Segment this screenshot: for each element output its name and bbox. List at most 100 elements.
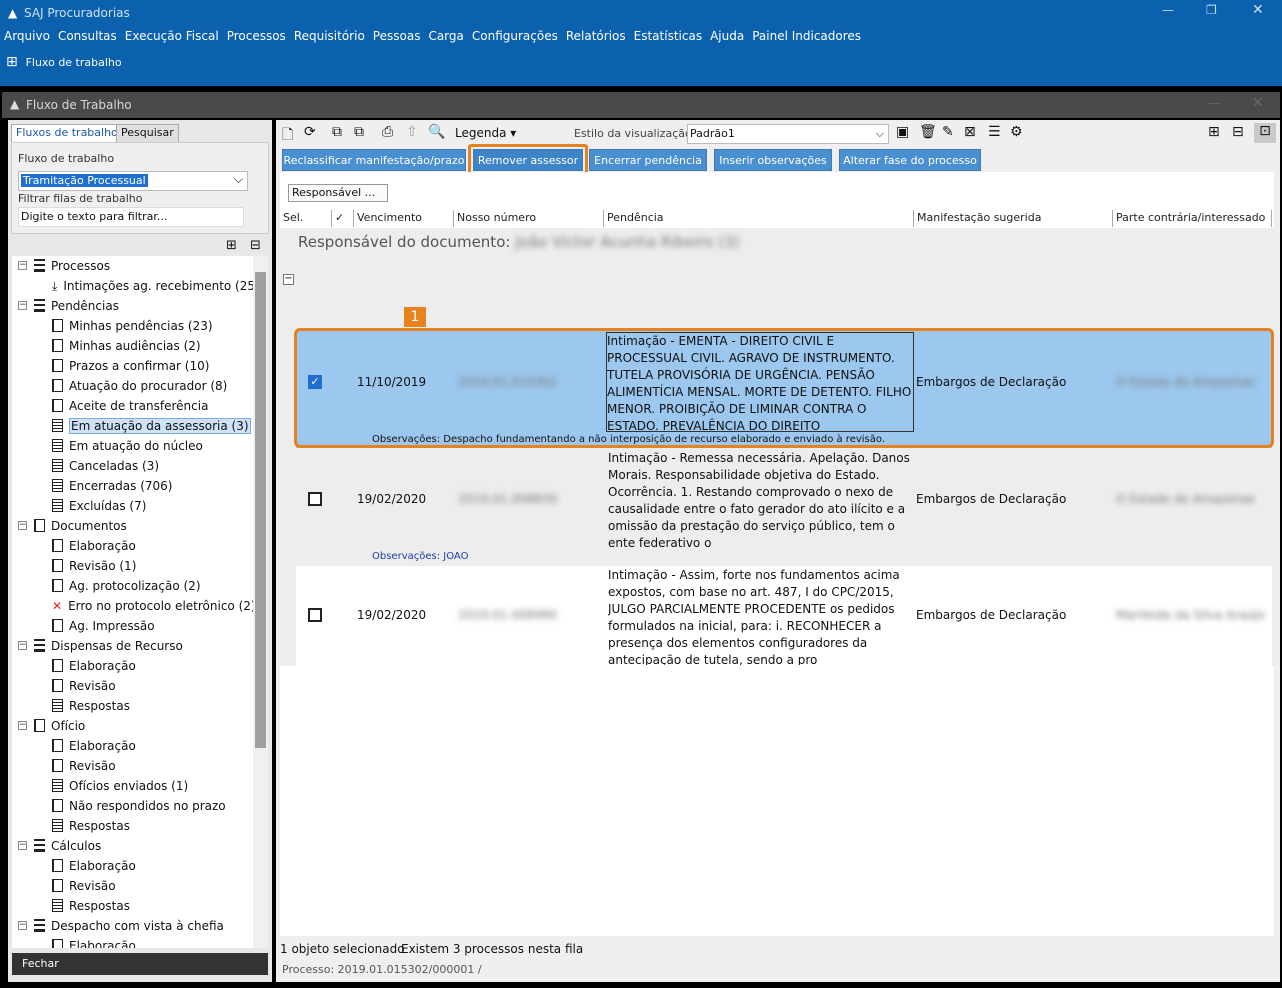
insert-observations-button[interactable]: Inserir observações	[714, 149, 832, 171]
copy-icon[interactable]: ⧉	[332, 124, 342, 140]
menu-carga[interactable]: Carga	[424, 26, 467, 46]
menu-ajuda[interactable]: Ajuda	[706, 26, 748, 46]
group-view-icon[interactable]: ⊡	[1254, 123, 1276, 143]
collapse-node-icon[interactable]: −	[18, 521, 27, 530]
print-icon[interactable]: ⎙	[382, 124, 393, 140]
tree-item[interactable]: Não respondidos no prazo	[52, 796, 226, 816]
close-icon[interactable]: ✕	[1252, 95, 1264, 111]
row-checkbox[interactable]	[308, 492, 322, 506]
menu-configuracoes[interactable]: Configurações	[468, 26, 562, 46]
reclassify-button[interactable]: Reclassificar manifestação/prazo	[282, 149, 466, 171]
table-row[interactable]: 19/02/2020 2019.01.008980 Intimação - As…	[296, 566, 1272, 666]
close-panel-button[interactable]: Fechar	[12, 953, 268, 975]
tree-item[interactable]: Elaboração	[52, 536, 136, 556]
col-vencimento[interactable]: Vencimento	[354, 210, 454, 227]
minimize-icon[interactable]: —	[1162, 3, 1174, 17]
tree-item[interactable]: Revisão	[52, 676, 116, 696]
col-sel[interactable]: Sel.	[280, 210, 332, 227]
refresh-icon[interactable]: ⟳	[304, 124, 316, 140]
group-chip[interactable]: Responsável ...	[288, 184, 388, 202]
cancel-edit-icon[interactable]: ⊠	[964, 124, 976, 140]
tree-item[interactable]: Em atuação da assessoria (3)	[52, 416, 251, 436]
col-manifestacao[interactable]: Manifestação sugerida	[914, 210, 1113, 227]
col-pendencia[interactable]: Pendência	[604, 210, 914, 227]
menu-execucao-fiscal[interactable]: Execução Fiscal	[121, 26, 223, 46]
menu-estatisticas[interactable]: Estatísticas	[630, 26, 706, 46]
workflow-select[interactable]: Tramitação Processual ⌵	[18, 171, 248, 191]
close-pending-button[interactable]: Encerrar pendência	[589, 149, 707, 171]
tree-group[interactable]: − Cálculos	[18, 836, 101, 856]
tree-scrollbar-thumb[interactable]	[255, 272, 266, 748]
collapse-node-icon[interactable]: −	[18, 261, 27, 270]
tree-item[interactable]: Revisão	[52, 756, 116, 776]
menu-processos[interactable]: Processos	[223, 26, 290, 46]
tree-item[interactable]: Em atuação do núcleo	[52, 436, 203, 456]
tree-group[interactable]: − Processos	[18, 256, 110, 276]
tree-item[interactable]: Respostas	[52, 816, 130, 836]
tree-item[interactable]: Ofícios enviados (1)	[52, 776, 188, 796]
tree-item[interactable]: Minhas pendências (23)	[52, 316, 213, 336]
row-checkbox[interactable]	[308, 608, 322, 622]
tree-item[interactable]: Revisão	[52, 876, 116, 896]
col-nosso-numero[interactable]: Nosso número	[454, 210, 604, 227]
collapse-all-icon[interactable]: ⊟	[250, 238, 261, 253]
tree-item[interactable]: Ag. Impressão	[52, 616, 155, 636]
expand-all-icon[interactable]: ⊞	[1208, 124, 1220, 140]
save-icon[interactable]: ▣	[896, 124, 909, 140]
search-icon[interactable]: 🔍	[428, 124, 445, 140]
tab-fluxos[interactable]: Fluxos de trabalho	[11, 124, 123, 142]
tree-group[interactable]: − Pendências	[18, 296, 119, 316]
close-icon[interactable]: ✕	[1252, 2, 1264, 18]
tree-item[interactable]: Elaboração	[52, 856, 136, 876]
delete-icon[interactable]: 🗑	[919, 124, 937, 140]
collapse-group-icon[interactable]: −	[283, 274, 294, 285]
collapse-node-icon[interactable]: −	[18, 301, 27, 310]
col-parte[interactable]: Parte contrária/interessado	[1113, 210, 1272, 227]
restore-icon[interactable]: ❐	[1206, 3, 1217, 17]
menu-arquivo[interactable]: Arquivo	[0, 26, 54, 46]
tree-item[interactable]: Elaboração	[52, 656, 136, 676]
menu-pessoas[interactable]: Pessoas	[369, 26, 425, 46]
tree-item[interactable]: Encerradas (706)	[52, 476, 172, 496]
menu-requisitorio[interactable]: Requisitório	[290, 26, 369, 46]
table-row[interactable]: 19/02/2020 2019.01.008830 Intimação - Re…	[296, 450, 1272, 565]
collapse-node-icon[interactable]: −	[18, 841, 27, 850]
tree-item[interactable]: Prazos a confirmar (10)	[52, 356, 209, 376]
collapse-node-icon[interactable]: −	[18, 641, 27, 650]
tree-item[interactable]: ⤓ Intimações ag. recebimento (256)	[52, 276, 267, 296]
tree-item[interactable]: Respostas	[52, 896, 130, 916]
menu-consultas[interactable]: Consultas	[54, 26, 121, 46]
tree-item[interactable]: Elaboração	[52, 936, 136, 948]
select-all-checkbox[interactable]: ✓	[332, 210, 354, 227]
list-icon[interactable]: ☰	[988, 124, 1001, 140]
view-style-select[interactable]: Padrão1 ⌵	[687, 124, 889, 144]
menu-painel-indicadores[interactable]: Painel Indicadores	[748, 26, 865, 46]
filter-input[interactable]: Digite o texto para filtrar...	[18, 207, 244, 227]
tree-item[interactable]: Respostas	[52, 696, 130, 716]
change-phase-button[interactable]: Alterar fase do processo	[839, 149, 981, 171]
tree-item[interactable]: Minhas audiências (2)	[52, 336, 201, 356]
legend-button[interactable]: Legenda ▾	[455, 126, 516, 140]
tree-item[interactable]: ✕ Erro no protocolo eletrônico (2)	[52, 596, 256, 616]
tree-scrollbar[interactable]	[253, 256, 268, 948]
duplicate-icon[interactable]: ⧉	[354, 124, 364, 140]
settings-view-icon[interactable]: ⚙	[1010, 124, 1023, 140]
tree-item[interactable]: Aceite de transferência	[52, 396, 208, 416]
tab-pesquisar[interactable]: Pesquisar	[116, 124, 179, 142]
tree-group[interactable]: − Despacho com vista à chefia	[18, 916, 224, 936]
tree-item[interactable]: Ag. protocolização (2)	[52, 576, 201, 596]
tree-group[interactable]: − Documentos	[18, 516, 127, 536]
collapse-all-icon[interactable]: ⊟	[1232, 124, 1244, 140]
collapse-node-icon[interactable]: −	[18, 921, 27, 930]
tree-group[interactable]: − Ofício	[18, 716, 85, 736]
minimize-icon[interactable]: —	[1208, 96, 1220, 110]
new-icon[interactable]: 🗋	[282, 124, 293, 148]
tree-item[interactable]: Canceladas (3)	[52, 456, 159, 476]
menu-relatorios[interactable]: Relatórios	[562, 26, 630, 46]
edit-icon[interactable]: ✎	[942, 124, 954, 140]
collapse-node-icon[interactable]: −	[18, 721, 27, 730]
tree-item[interactable]: Elaboração	[52, 736, 136, 756]
expand-all-icon[interactable]: ⊞	[226, 238, 237, 253]
export-icon[interactable]: ⇧	[406, 124, 418, 140]
tree-item[interactable]: Revisão (1)	[52, 556, 136, 576]
